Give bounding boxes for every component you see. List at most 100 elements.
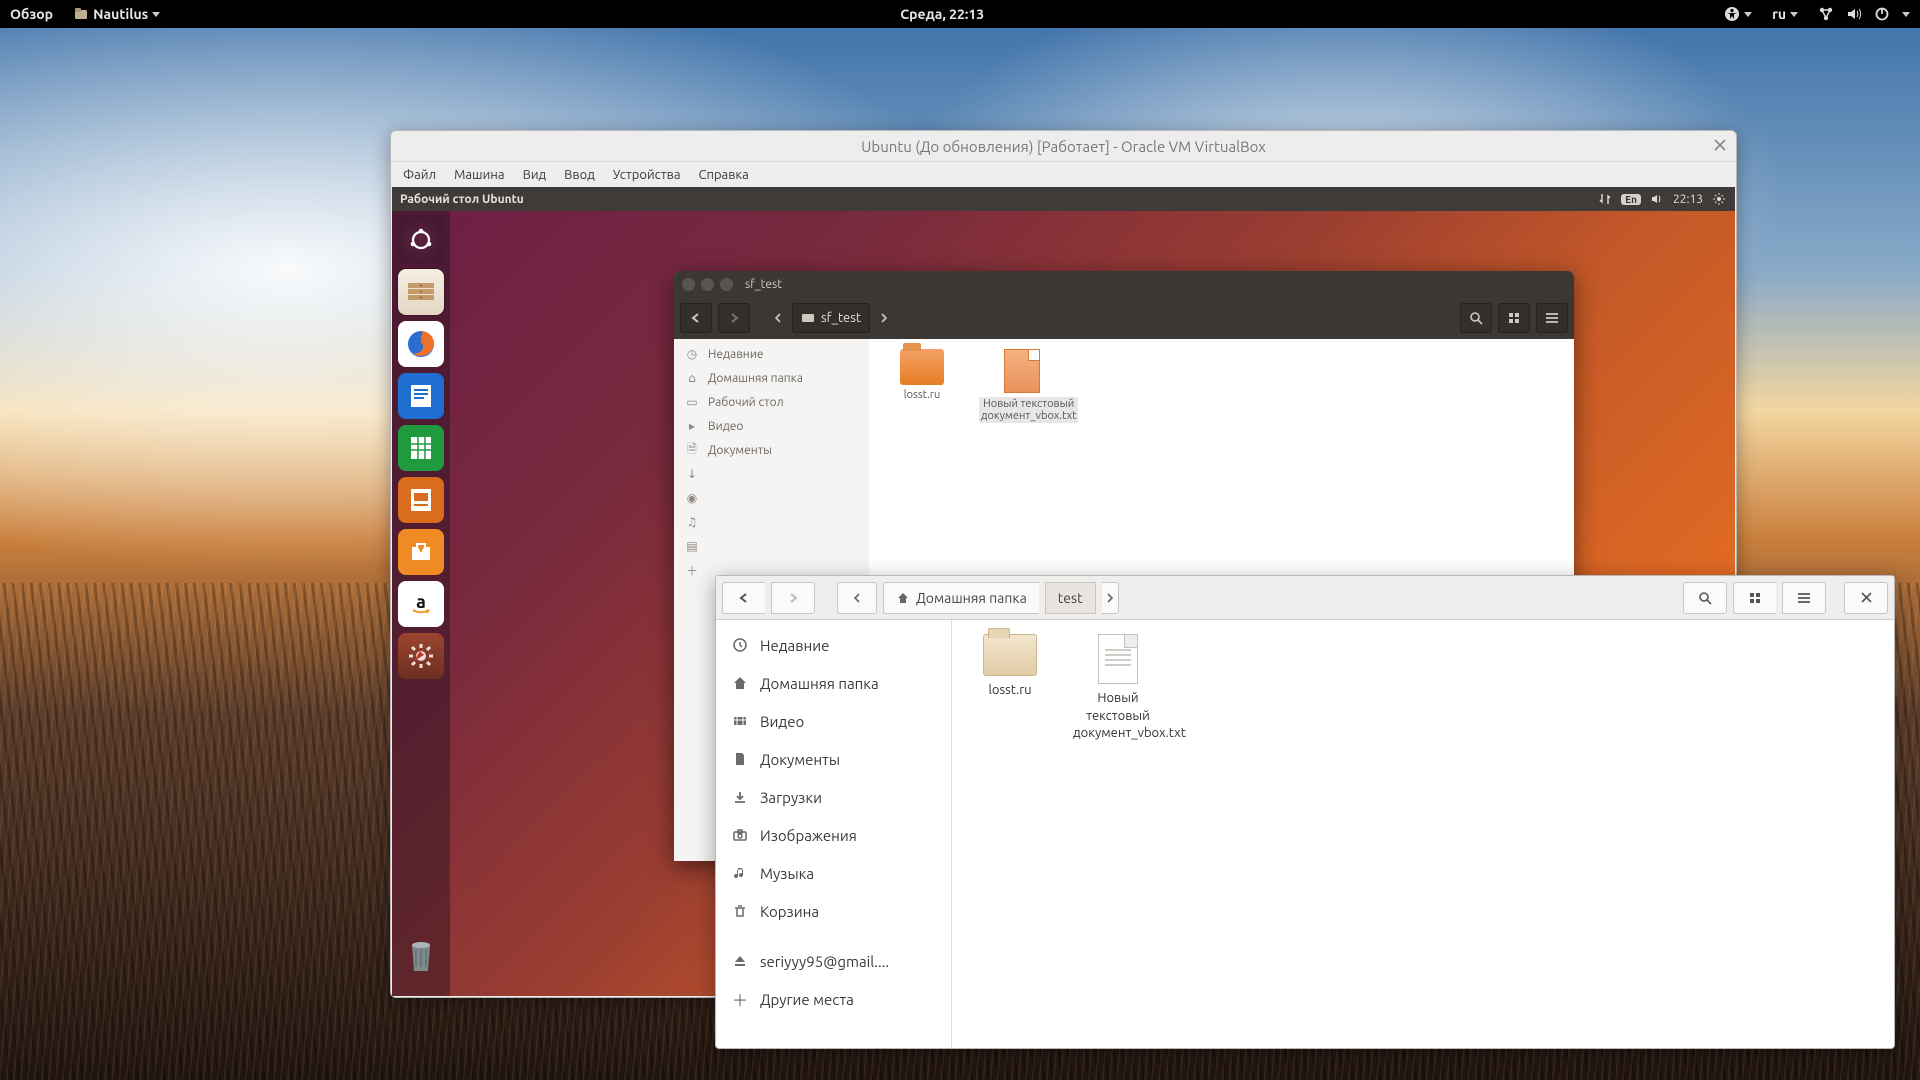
menu-file[interactable]: Файл <box>403 168 436 182</box>
sidebar-item-music[interactable]: Музыка <box>716 854 951 892</box>
sidebar-item-pictures[interactable]: Изображения <box>716 816 951 854</box>
launcher-trash[interactable] <box>398 932 444 978</box>
view-grid-button[interactable] <box>1733 582 1776 614</box>
close-button[interactable] <box>1710 135 1730 155</box>
menu-devices[interactable]: Устройства <box>613 168 681 182</box>
back-button[interactable] <box>722 582 765 614</box>
path-next-button[interactable] <box>876 312 892 324</box>
launcher-amazon[interactable]: a <box>398 581 444 627</box>
keyboard-layout-label: ru <box>1772 6 1786 22</box>
minimize-icon[interactable] <box>701 278 714 291</box>
sidebar-item-videos[interactable]: ▸Видео <box>674 414 869 438</box>
guest-clock[interactable]: 22:13 <box>1673 193 1703 206</box>
guest-top-title: Рабочий стол Ubuntu <box>400 193 524 206</box>
sidebar-item-videos[interactable]: Видео <box>716 702 951 740</box>
back-button[interactable] <box>680 303 712 333</box>
file-label: Новый текстовый документ_vbox.txt <box>979 397 1078 423</box>
network-updown-icon[interactable] <box>1597 191 1613 207</box>
breadcrumb-home[interactable]: Домашняя папка <box>883 582 1039 614</box>
breadcrumb-label: Домашняя папка <box>916 590 1027 606</box>
hamburger-menu-button[interactable] <box>1782 582 1826 614</box>
file-label: Новый текстовый документ_vbox.txt <box>1073 691 1186 740</box>
file-item-document[interactable]: Новый текстовый документ_vbox.txt <box>1073 634 1163 743</box>
host-nautilus-sidebar: Недавние Домашняя папка Видео Документы … <box>716 620 952 1048</box>
search-button[interactable] <box>1683 582 1727 614</box>
launcher-dash[interactable] <box>398 217 444 263</box>
sidebar-item-recent[interactable]: Недавние <box>716 626 951 664</box>
volume-icon[interactable] <box>1649 191 1665 207</box>
volume-icon <box>1846 6 1862 22</box>
launcher-impress[interactable] <box>398 477 444 523</box>
chevron-down-icon <box>1744 12 1752 17</box>
path-prev-button[interactable] <box>837 582 877 614</box>
vbox-menubar: Файл Машина Вид Ввод Устройства Справка <box>391 162 1736 188</box>
search-button[interactable] <box>1460 303 1492 333</box>
file-item-document[interactable]: Новый текстовый документ_vbox.txt <box>979 349 1065 423</box>
sidebar-item-downloads[interactable]: Загрузки <box>716 778 951 816</box>
sidebar-item-home[interactable]: ⌂Домашняя папка <box>674 366 869 390</box>
sidebar-item-more[interactable]: ◉ <box>674 486 869 510</box>
accessibility-menu[interactable] <box>1714 6 1762 22</box>
launcher-firefox[interactable] <box>398 321 444 367</box>
unity-launcher: a <box>392 211 450 996</box>
folder-icon <box>900 349 944 385</box>
path-label: sf_test <box>821 311 861 325</box>
forward-button[interactable] <box>718 303 750 333</box>
path-prev-button[interactable] <box>770 312 786 324</box>
sidebar-item-trash[interactable]: Корзина <box>716 892 951 930</box>
system-status-area[interactable] <box>1808 6 1920 22</box>
close-button[interactable] <box>1844 582 1888 614</box>
svg-text:a: a <box>416 592 426 612</box>
menu-help[interactable]: Справка <box>699 168 749 182</box>
breadcrumb-current[interactable]: test <box>1045 582 1096 614</box>
gnome-top-bar: Обзор Nautilus Среда, 22:13 ru <box>0 0 1920 28</box>
file-item-folder[interactable]: losst.ru <box>879 349 965 401</box>
sidebar-item-recent[interactable]: ◷Недавние <box>674 342 869 366</box>
file-item-folder[interactable]: losst.ru <box>965 634 1055 700</box>
vbox-titlebar[interactable]: Ubuntu (До обновления) [Работает] - Orac… <box>391 131 1736 162</box>
network-icon <box>1818 6 1834 22</box>
menu-input[interactable]: Ввод <box>564 168 595 182</box>
path-next-button[interactable] <box>1102 582 1119 614</box>
launcher-files[interactable] <box>398 269 444 315</box>
close-icon[interactable] <box>682 278 695 291</box>
path-segment[interactable]: sf_test <box>792 303 870 333</box>
sidebar-item-documents[interactable]: 🗎Документы <box>674 438 869 462</box>
maximize-icon[interactable] <box>720 278 733 291</box>
power-icon <box>1874 6 1890 22</box>
accessibility-icon <box>1724 6 1740 22</box>
document-icon <box>1098 634 1138 684</box>
forward-button[interactable] <box>771 582 815 614</box>
file-label: losst.ru <box>904 389 940 401</box>
menu-view[interactable]: Вид <box>523 168 547 182</box>
sidebar-item-more[interactable]: ♫ <box>674 510 869 534</box>
app-menu[interactable]: Nautilus <box>63 6 170 22</box>
nautilus-app-icon <box>73 6 89 22</box>
vbox-title-text: Ubuntu (До обновления) [Работает] - Orac… <box>861 138 1266 155</box>
host-nautilus-content[interactable]: losst.ru Новый текстовый документ_vbox.t… <box>951 620 1894 1048</box>
guest-keyboard-layout[interactable]: En <box>1621 194 1641 205</box>
sidebar-item-documents[interactable]: Документы <box>716 740 951 778</box>
sidebar-item-desktop[interactable]: ▭Рабочий стол <box>674 390 869 414</box>
activities-button[interactable]: Обзор <box>0 6 63 22</box>
chevron-down-icon <box>1790 12 1798 17</box>
host-nautilus-headerbar[interactable]: Домашняя папка test <box>716 576 1894 620</box>
folder-icon <box>983 634 1037 676</box>
launcher-calc[interactable] <box>398 425 444 471</box>
sidebar-item-account[interactable]: seriyyy95@gmail.... <box>716 942 951 980</box>
launcher-settings[interactable] <box>398 633 444 679</box>
gear-icon[interactable] <box>1711 191 1727 207</box>
menu-machine[interactable]: Машина <box>454 168 505 182</box>
launcher-software[interactable] <box>398 529 444 575</box>
sidebar-item-other-locations[interactable]: ＋Другие места <box>716 980 951 1018</box>
hamburger-menu-button[interactable] <box>1536 303 1568 333</box>
sidebar-item-more[interactable]: ▤ <box>674 534 869 558</box>
guest-nautilus-title: sf_test <box>745 278 782 291</box>
sidebar-item-home[interactable]: Домашняя папка <box>716 664 951 702</box>
keyboard-layout[interactable]: ru <box>1762 6 1808 22</box>
guest-nautilus-titlebar[interactable]: sf_test <box>674 271 1574 297</box>
launcher-writer[interactable] <box>398 373 444 419</box>
clock[interactable]: Среда, 22:13 <box>890 6 994 22</box>
view-grid-button[interactable] <box>1498 303 1530 333</box>
sidebar-item-more[interactable]: ↓ <box>674 462 869 486</box>
